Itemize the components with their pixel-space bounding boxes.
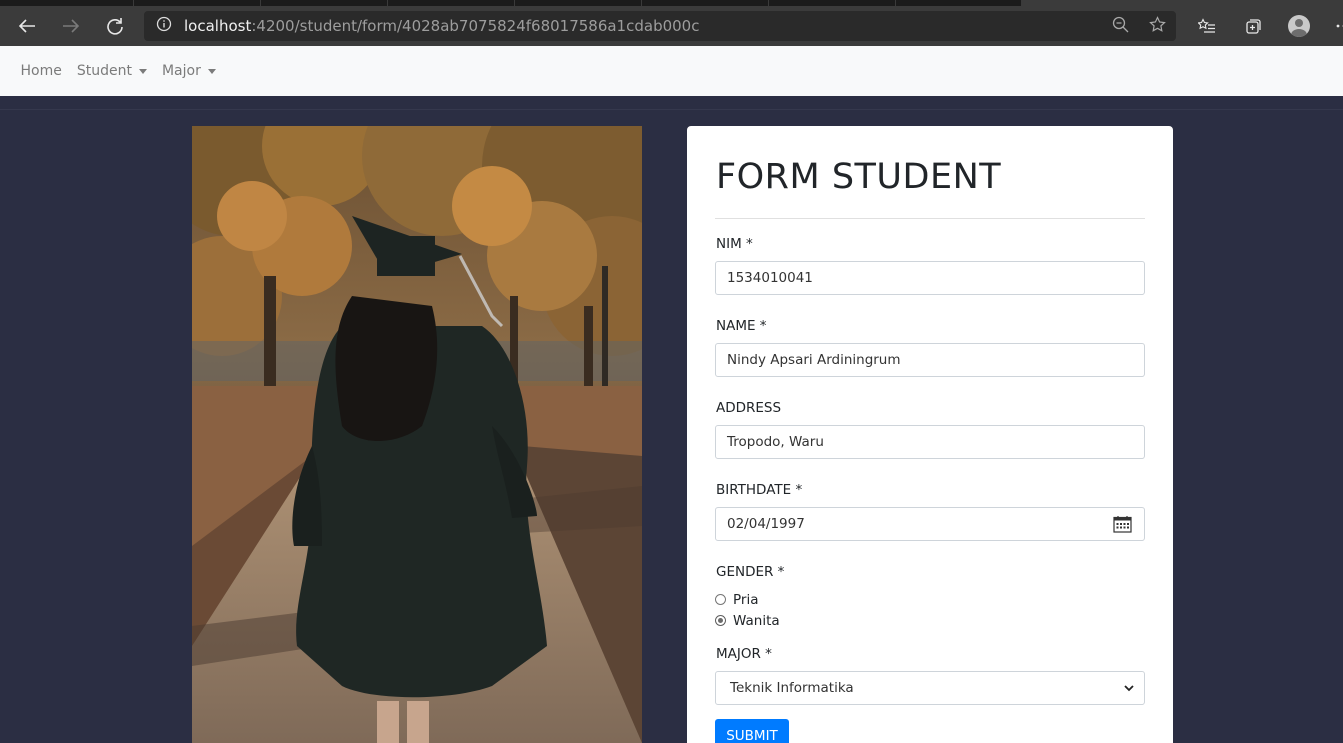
birthdate-input[interactable]: 02/04/1997 — [715, 507, 1145, 541]
address-bar[interactable]: localhost:4200/student/form/4028ab707582… — [144, 11, 1176, 41]
radio-pria-label: Pria — [733, 591, 759, 608]
birthdate-value: 02/04/1997 — [727, 516, 805, 532]
refresh-icon[interactable] — [93, 6, 137, 46]
name-value: Nindy Apsari Ardiningrum — [727, 352, 901, 368]
chevron-down-icon — [1123, 682, 1135, 698]
name-input[interactable]: Nindy Apsari Ardiningrum — [715, 343, 1145, 377]
nim-value: 1534010041 — [727, 270, 813, 286]
radio-wanita-label: Wanita — [733, 612, 780, 629]
radio-wanita[interactable] — [715, 615, 726, 626]
info-icon[interactable] — [144, 16, 184, 36]
address-input[interactable]: Tropodo, Waru — [715, 425, 1145, 459]
browser-toolbar: localhost:4200/student/form/4028ab707582… — [0, 6, 1343, 46]
nim-label: NIM * — [716, 236, 753, 252]
caret-down-icon — [138, 68, 147, 74]
nim-input[interactable]: 1534010041 — [715, 261, 1145, 295]
gender-option-wanita[interactable]: Wanita — [715, 610, 1145, 631]
favorite-star-icon[interactable] — [1149, 15, 1166, 37]
url-path: :4200/student/form/4028ab7075824f6801758… — [251, 17, 700, 35]
gender-option-pria[interactable]: Pria — [715, 589, 1145, 610]
radio-pria[interactable] — [715, 594, 726, 605]
address-label: ADDRESS — [716, 400, 782, 416]
major-label: MAJOR * — [716, 646, 772, 662]
name-label: NAME * — [716, 318, 767, 334]
collections-icon[interactable] — [1230, 6, 1276, 46]
title-divider — [715, 218, 1145, 219]
birthdate-label: BIRTHDATE * — [716, 482, 803, 498]
app-navbar: Home Student Major — [0, 46, 1343, 96]
page-title: FORM STUDENT — [716, 157, 1002, 197]
major-select[interactable]: Teknik Informatika — [715, 671, 1145, 705]
forward-arrow-icon[interactable] — [49, 6, 93, 46]
nav-home-link[interactable]: Home — [13, 63, 69, 79]
nav-major-label: Major — [161, 63, 201, 79]
page-divider — [0, 96, 1343, 110]
profile-avatar[interactable] — [1276, 6, 1322, 46]
avatar — [1288, 15, 1310, 37]
caret-down-icon — [207, 68, 216, 74]
gender-label: GENDER * — [716, 564, 785, 580]
nav-student-label: Student — [76, 63, 132, 79]
back-arrow-icon[interactable] — [5, 6, 49, 46]
nav-home-label: Home — [20, 63, 62, 79]
url-text[interactable]: localhost:4200/student/form/4028ab707582… — [184, 17, 699, 35]
submit-button[interactable]: SUBMIT — [715, 719, 789, 743]
calendar-icon[interactable] — [1113, 515, 1132, 537]
url-host: localhost — [184, 17, 252, 35]
more-menu-icon[interactable] — [1322, 6, 1343, 46]
nav-student-dropdown[interactable]: Student — [69, 63, 154, 79]
student-form-card: FORM STUDENT NIM * 1534010041 NAME * Nin… — [687, 126, 1173, 743]
major-selected-value: Teknik Informatika — [730, 680, 854, 696]
zoom-icon[interactable] — [1112, 16, 1129, 37]
favorites-list-icon[interactable] — [1184, 6, 1230, 46]
nav-major-dropdown[interactable]: Major — [154, 63, 223, 79]
graduate-photo — [192, 126, 642, 743]
address-value: Tropodo, Waru — [727, 434, 824, 450]
